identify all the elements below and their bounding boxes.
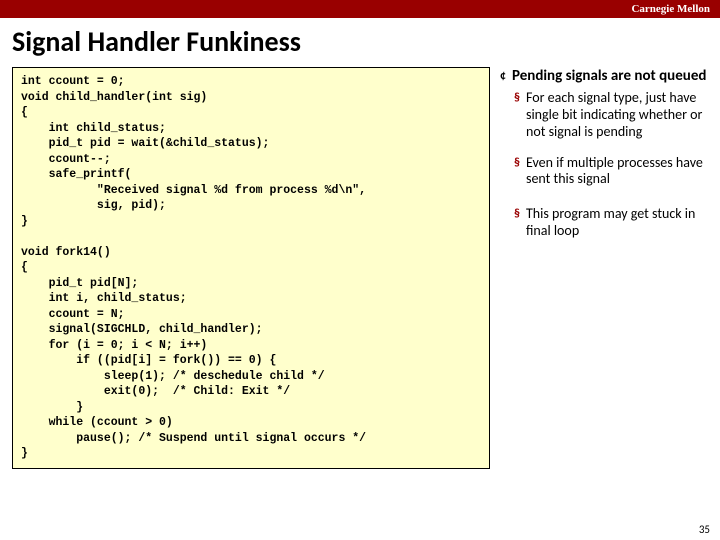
square-icon: §	[514, 206, 520, 240]
bullet-l2-text: Even if multiple processes have sent thi…	[526, 155, 712, 189]
bullet-l2: § Even if multiple processes have sent t…	[514, 155, 712, 189]
code-block: int ccount = 0; void child_handler(int s…	[12, 67, 490, 469]
bullet-l1-text: Pending signals are not queued	[512, 67, 706, 86]
bullet-l2: § For each signal type, just have single…	[514, 90, 712, 140]
page-number: 35	[699, 523, 710, 536]
bullet-panel: ¢ Pending signals are not queued § For e…	[500, 67, 712, 469]
bullet-l2-text: This program may get stuck in final loop	[526, 206, 712, 240]
bullet-l2: § This program may get stuck in final lo…	[514, 206, 712, 240]
square-icon: §	[514, 155, 520, 189]
square-icon: §	[514, 90, 520, 140]
content-row: int ccount = 0; void child_handler(int s…	[0, 67, 720, 469]
circle-icon: ¢	[500, 67, 506, 86]
header-bar: Carnegie Mellon	[0, 0, 720, 18]
slide-title: Signal Handler Funkiness	[0, 18, 720, 67]
bullet-l1: ¢ Pending signals are not queued	[500, 67, 712, 86]
brand-label: Carnegie Mellon	[631, 3, 710, 15]
bullet-l2-text: For each signal type, just have single b…	[526, 90, 712, 140]
